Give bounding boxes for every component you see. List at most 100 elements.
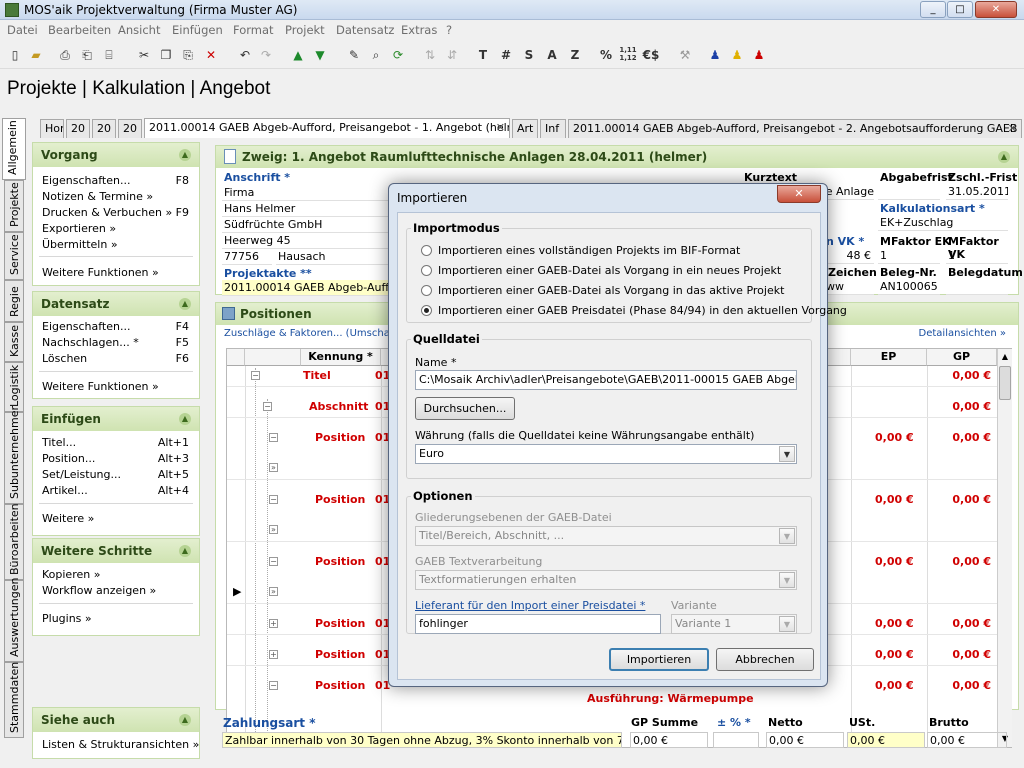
- redo-icon[interactable]: ↷: [257, 46, 275, 64]
- ust-field[interactable]: 0,00 €: [847, 732, 925, 748]
- numbering-button[interactable]: 1,11 1,12: [619, 46, 637, 64]
- chevron-down-icon[interactable]: ▼: [779, 572, 795, 588]
- user-red-icon[interactable]: ♟: [750, 46, 768, 64]
- insert-s-button[interactable]: S: [520, 46, 538, 64]
- maximize-button[interactable]: □: [947, 1, 973, 18]
- dialog-close-button[interactable]: ✕: [777, 185, 821, 203]
- doc-tab[interactable]: 20: [118, 119, 142, 138]
- sort-desc-icon[interactable]: ⇵: [443, 46, 461, 64]
- collapse-icon[interactable]: ▲: [179, 149, 191, 161]
- link-position[interactable]: Position...: [42, 452, 95, 465]
- gliederung-select[interactable]: Titel/Bereich, Abschnitt, ... ▼: [415, 526, 797, 546]
- open-icon[interactable]: ▰: [27, 46, 45, 64]
- plz-field[interactable]: 77756: [222, 249, 272, 265]
- tab-kasse[interactable]: Kasse: [4, 322, 24, 362]
- insert-title-button[interactable]: T: [474, 46, 492, 64]
- group-title[interactable]: Weitere Schritte ▲: [33, 539, 199, 563]
- print-icon[interactable]: ⎙: [56, 46, 74, 64]
- link-workflow[interactable]: Workflow anzeigen »: [42, 584, 156, 597]
- mfaktor-vk-field[interactable]: 1: [946, 248, 1008, 264]
- anschrift-line[interactable]: Hans Helmer: [222, 201, 392, 217]
- delete-icon[interactable]: ✕: [202, 46, 220, 64]
- gp-summe-field[interactable]: 0,00 €: [630, 732, 708, 748]
- radio-option-preisdatei[interactable]: Importieren einer GAEB Preisdatei (Phase…: [421, 304, 847, 317]
- kalkulationsart-field[interactable]: EK+Zuschlag: [878, 215, 1008, 231]
- user-blue-icon[interactable]: ♟: [706, 46, 724, 64]
- tab-projekte[interactable]: Projekte: [4, 180, 24, 232]
- tree-expand-icon[interactable]: »: [269, 525, 278, 534]
- link-eigenschaften[interactable]: Eigenschaften...: [42, 174, 130, 187]
- link-plugins[interactable]: Plugins »: [42, 612, 92, 625]
- cancel-button[interactable]: Abbrechen: [716, 648, 814, 671]
- tab-subunternehmer[interactable]: Subunternehmer: [4, 406, 24, 504]
- close-tab-icon[interactable]: ✕: [1008, 120, 1017, 137]
- ort-field[interactable]: Hausach: [276, 249, 392, 265]
- refresh-icon[interactable]: ⟳: [389, 46, 407, 64]
- anschrift-line[interactable]: Südfrüchte GmbH: [222, 217, 392, 233]
- link-weitere-funktionen[interactable]: Weitere Funktionen »: [42, 380, 159, 393]
- zschl-field[interactable]: 31.05.2011: [946, 184, 1008, 200]
- column-gp[interactable]: GP: [927, 349, 997, 366]
- chevron-down-icon[interactable]: ▼: [779, 446, 795, 462]
- doc-tab[interactable]: 20: [66, 119, 90, 138]
- link-eigenschaften[interactable]: Eigenschaften...: [42, 320, 130, 333]
- tab-regie[interactable]: Regie: [4, 280, 24, 322]
- collapse-icon[interactable]: ▲: [179, 545, 191, 557]
- group-title[interactable]: Vorgang ▲: [33, 143, 199, 167]
- lieferant-input[interactable]: fohlinger: [415, 614, 661, 634]
- percent-button[interactable]: %: [597, 46, 615, 64]
- column-kennung[interactable]: Kennung *: [301, 349, 381, 366]
- tree-collapse-icon[interactable]: −: [269, 557, 278, 566]
- filename-input[interactable]: C:\Mosaik Archiv\adler\Preisangebote\GAE…: [415, 370, 797, 390]
- print-preview-icon[interactable]: ⎗: [78, 46, 96, 64]
- cut-icon[interactable]: ✂: [135, 46, 153, 64]
- link-uebermitteln[interactable]: Übermitteln »: [42, 238, 118, 251]
- link-set-leistung[interactable]: Set/Leistung...: [42, 468, 121, 481]
- tree-expand-icon[interactable]: »: [269, 463, 278, 472]
- sort-asc-icon[interactable]: ⇅: [421, 46, 439, 64]
- link-artikel[interactable]: Artikel...: [42, 484, 88, 497]
- radio-option-bif[interactable]: Importieren eines vollständigen Projekts…: [421, 244, 740, 257]
- link-exportieren[interactable]: Exportieren »: [42, 222, 116, 235]
- doc-tab[interactable]: Art: [512, 119, 538, 138]
- paste-icon[interactable]: ⎘: [179, 46, 197, 64]
- search-icon[interactable]: ⌕: [367, 46, 385, 64]
- currency-button[interactable]: €$: [642, 46, 660, 64]
- close-window-button[interactable]: ✕: [975, 1, 1017, 18]
- collapse-icon[interactable]: ▲: [998, 151, 1010, 163]
- tree-collapse-icon[interactable]: −: [251, 371, 260, 380]
- arrow-up-icon[interactable]: ▲: [289, 46, 307, 64]
- copy-icon[interactable]: ❐: [157, 46, 175, 64]
- tab-logistik[interactable]: Logistik: [4, 362, 24, 412]
- detailansichten-link[interactable]: Detailansichten »: [919, 328, 1006, 339]
- doc-tab[interactable]: Inf: [540, 119, 566, 138]
- menu-bearbeiten[interactable]: Bearbeiten: [48, 23, 111, 37]
- group-title[interactable]: Einfügen ▲: [33, 407, 199, 431]
- zahlungsart-field[interactable]: Zahlbar innerhalb von 30 Tagen ohne Abzu…: [222, 732, 622, 748]
- tree-collapse-icon[interactable]: −: [269, 433, 278, 442]
- link-drucken[interactable]: Drucken & Verbuchen »: [42, 206, 172, 219]
- tree-collapse-icon[interactable]: −: [263, 402, 272, 411]
- link-nachschlagen[interactable]: Nachschlagen... *: [42, 336, 139, 349]
- radio-option-new-project[interactable]: Importieren einer GAEB-Datei als Vorgang…: [421, 264, 781, 277]
- menu-ansicht[interactable]: Ansicht: [118, 23, 160, 37]
- link-loeschen[interactable]: Löschen: [42, 352, 87, 365]
- import-button[interactable]: Importieren: [609, 648, 709, 671]
- collapse-icon[interactable]: ▲: [179, 413, 191, 425]
- minimize-button[interactable]: _: [920, 1, 946, 18]
- menu-datei[interactable]: Datei: [7, 23, 38, 37]
- arrow-down-icon[interactable]: ▼: [311, 46, 329, 64]
- close-tab-icon[interactable]: ✕: [496, 119, 505, 136]
- menu-datensatz[interactable]: Datensatz: [336, 23, 394, 37]
- link-weitere-funktionen[interactable]: Weitere Funktionen »: [42, 266, 159, 279]
- group-title[interactable]: Siehe auch ▲: [33, 708, 199, 732]
- abgabefrist-field[interactable]: [878, 184, 940, 200]
- belegdatum-field[interactable]: [946, 279, 1008, 295]
- tree-collapse-icon[interactable]: −: [269, 681, 278, 690]
- chevron-down-icon[interactable]: ▼: [779, 616, 795, 632]
- link-kopieren[interactable]: Kopieren »: [42, 568, 100, 581]
- group-title[interactable]: Datensatz ▲: [33, 292, 199, 316]
- link-weitere[interactable]: Weitere »: [42, 512, 94, 525]
- menu-help[interactable]: ?: [446, 23, 452, 37]
- doc-tab[interactable]: Hor: [40, 119, 64, 138]
